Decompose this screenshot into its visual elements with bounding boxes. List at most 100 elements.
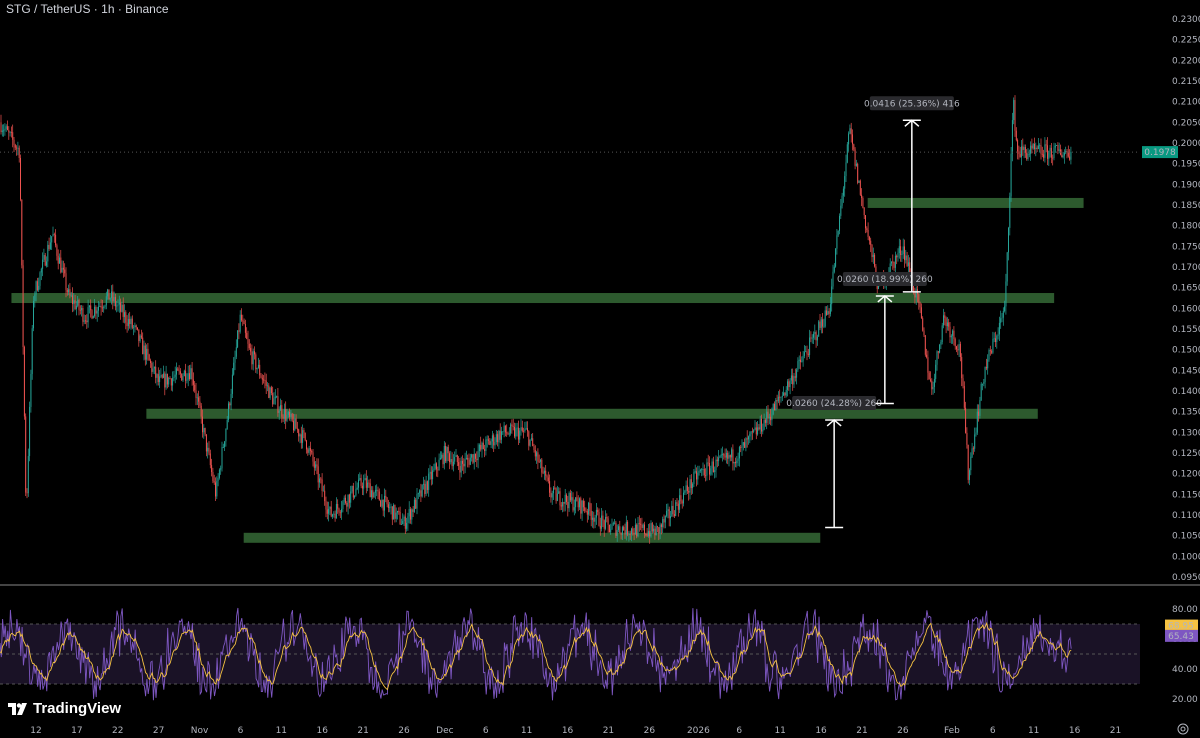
candle-body (243, 321, 245, 325)
candle-body (202, 416, 203, 433)
rsi-axis-tick: 80.00 (1172, 605, 1198, 615)
candle-body (620, 532, 622, 535)
candle-body (225, 429, 227, 442)
candle-body (122, 304, 124, 317)
candle-body (472, 454, 474, 463)
candle-body (702, 469, 704, 470)
candle-body (1, 130, 3, 133)
candle-body (957, 349, 959, 351)
candle-body (155, 366, 157, 378)
candle-body (51, 236, 53, 243)
candle-body (840, 205, 842, 216)
candle-body (476, 458, 478, 461)
candle-body (204, 428, 206, 435)
candle-body (226, 419, 228, 430)
candle-body (893, 261, 895, 268)
candle-body (590, 510, 592, 520)
candle-body (979, 400, 981, 416)
time-axis-tick: 22 (112, 726, 123, 736)
candle-body (767, 411, 769, 418)
candle-body (376, 489, 378, 491)
candle-body (263, 379, 265, 381)
candle-body (247, 338, 249, 344)
candle-body (504, 425, 506, 433)
candle-body (135, 325, 137, 328)
candle-body (577, 501, 579, 508)
support-resistance-zone (867, 197, 1084, 208)
candle-body (919, 302, 921, 308)
candle-body (758, 427, 760, 430)
candle-body (10, 132, 12, 133)
last-price-label: 0.1978 (1144, 148, 1176, 158)
candle-body (805, 351, 807, 353)
candle-body (1070, 151, 1072, 160)
price-axis-tick: 0.0950 (1172, 573, 1200, 583)
candle-body (116, 305, 118, 307)
candle-body (898, 246, 900, 253)
candle-body (777, 396, 779, 402)
candle-body (100, 305, 102, 308)
candle-body (983, 382, 985, 384)
candle-body (982, 383, 983, 385)
candle-body (144, 345, 146, 360)
candle-body (164, 373, 166, 388)
candle-body (113, 297, 115, 302)
candle-body (515, 428, 517, 437)
candle-body (562, 501, 564, 507)
candle-body (31, 328, 33, 374)
price-chart[interactable]: 0.0260 (24.28%) 260 0.0260 (18.99%) 260 0.… (0, 0, 1200, 738)
candle-body (283, 409, 285, 419)
candle-body (1019, 154, 1021, 158)
candle-body (399, 511, 401, 525)
measure-label: 0.0260 (18.99%) 260 (837, 275, 933, 285)
candle-body (580, 498, 582, 514)
candle-body (183, 370, 185, 376)
candle-body (781, 395, 783, 397)
candle-body (594, 517, 596, 522)
candle-body (475, 453, 476, 459)
candle-body (915, 289, 917, 298)
candle-body (18, 147, 20, 158)
candle-body (205, 434, 207, 452)
candle-body (430, 471, 432, 480)
candle-body (668, 509, 670, 519)
candle-body (744, 442, 746, 448)
candle-body (550, 492, 552, 498)
candle-body (569, 493, 571, 501)
time-axis-tick: 26 (897, 726, 909, 736)
candle-body (530, 438, 532, 440)
candle-body (516, 427, 518, 429)
candle-body (755, 427, 757, 435)
candle-body (750, 431, 752, 434)
candle-body (787, 381, 788, 390)
candle-body (719, 456, 721, 458)
candle-body (69, 289, 71, 296)
candle-body (304, 432, 306, 441)
candle-body (573, 507, 575, 511)
candle-body (356, 487, 358, 490)
candle-body (664, 515, 666, 523)
candle-body (408, 509, 410, 517)
candle-body (230, 393, 232, 406)
candle-body (231, 374, 233, 394)
price-axis-tick: 0.1750 (1172, 242, 1200, 252)
candle-body (442, 454, 444, 465)
candle-body (865, 215, 866, 229)
candle-body (87, 307, 89, 323)
measure-label: 0.0416 (25.36%) 416 (864, 99, 960, 109)
candle-body (77, 299, 79, 306)
candle-body (333, 513, 335, 515)
candle-body (681, 501, 683, 504)
price-axis-tick: 0.1650 (1172, 284, 1200, 294)
candle-body (692, 483, 694, 489)
candle-body (1065, 151, 1067, 153)
candle-body (233, 362, 235, 375)
candle-body (862, 198, 864, 208)
settings-icon[interactable] (1177, 723, 1189, 735)
candle-body (774, 403, 775, 411)
candle-body (347, 494, 349, 507)
candle-body (352, 485, 354, 498)
candle-body (218, 469, 220, 478)
candle-body (939, 344, 941, 353)
candle-body (632, 528, 634, 533)
